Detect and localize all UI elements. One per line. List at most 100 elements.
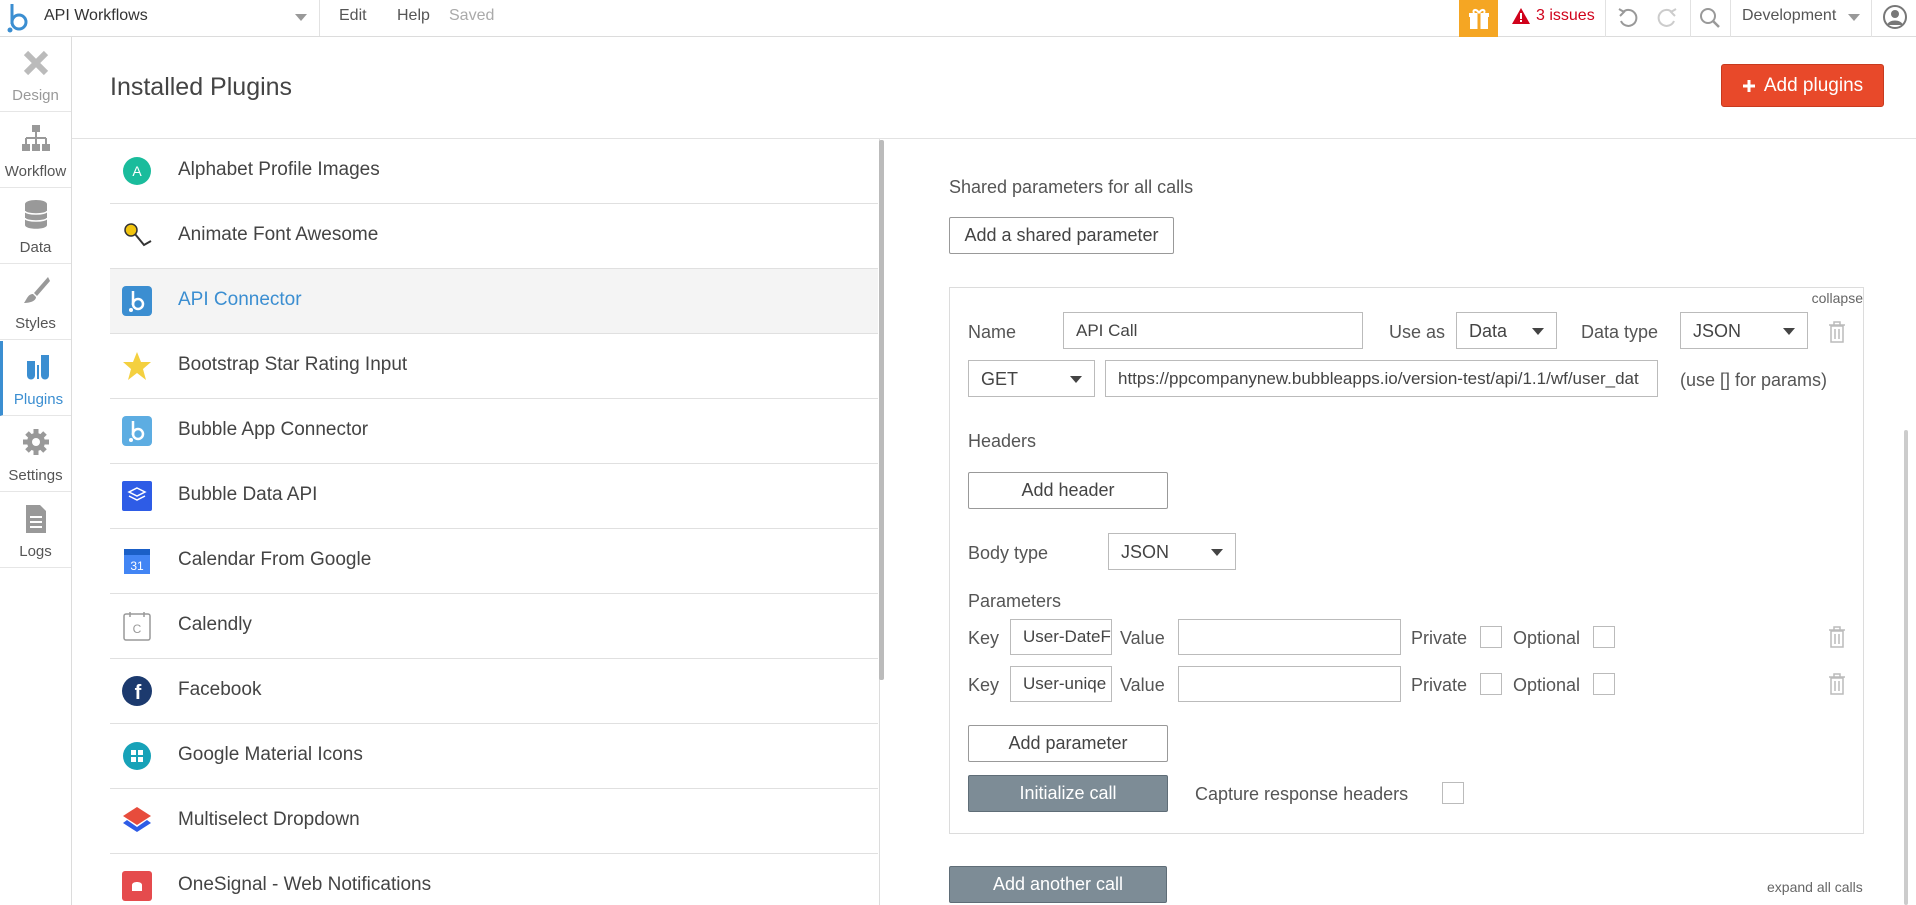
initialize-call-button[interactable]: Initialize call <box>968 775 1168 812</box>
nav-label: Settings <box>8 467 63 484</box>
optional-checkbox[interactable] <box>1593 673 1615 695</box>
multiselect-icon <box>123 807 151 832</box>
chevron-down-icon <box>1848 14 1860 21</box>
data-type-value: JSON <box>1693 321 1742 341</box>
value-label: Value <box>1120 675 1165 695</box>
headers-label: Headers <box>968 431 1037 451</box>
nav-label: Design <box>12 87 59 104</box>
add-header-button[interactable]: Add header <box>968 472 1168 509</box>
trash-icon[interactable] <box>1828 673 1846 695</box>
search-button[interactable] <box>1696 4 1724 32</box>
save-status: Saved <box>449 7 495 24</box>
plugin-name: Bootstrap Star Rating Input <box>178 354 408 375</box>
animate-icon <box>124 223 152 247</box>
nav-settings[interactable]: Settings <box>0 417 71 492</box>
nav-design[interactable]: Design <box>0 37 71 112</box>
trash-icon[interactable] <box>1828 321 1846 343</box>
undo-button[interactable] <box>1614 4 1642 32</box>
data-type-label: Data type <box>1581 322 1659 342</box>
collapse-link[interactable]: collapse <box>1812 290 1863 306</box>
bubble-logo-icon[interactable] <box>4 2 34 34</box>
workflow-icon <box>22 125 50 151</box>
param-value-input[interactable] <box>1178 666 1401 702</box>
add-plugins-label: Add plugins <box>1763 74 1864 96</box>
brush-icon <box>24 277 50 303</box>
chevron-down-icon <box>1070 376 1082 383</box>
capture-headers-checkbox[interactable] <box>1442 782 1464 804</box>
nav-label: Styles <box>15 315 56 332</box>
trash-icon[interactable] <box>1828 626 1846 648</box>
plugin-list-scrollbar[interactable] <box>879 140 884 680</box>
param-key-input[interactable]: User-uniqe <box>1010 666 1112 702</box>
redo-button[interactable] <box>1653 4 1681 32</box>
plugin-item[interactable]: 31 Calendar From Google <box>110 529 878 594</box>
private-checkbox[interactable] <box>1480 673 1502 695</box>
gear-icon <box>23 429 49 455</box>
nav-styles[interactable]: Styles <box>0 265 71 340</box>
url-hint: (use [] for params) <box>1680 370 1828 390</box>
nav-workflow[interactable]: Workflow <box>0 113 71 188</box>
key-label: Key <box>968 675 1000 695</box>
method-dropdown[interactable]: GET <box>968 360 1095 397</box>
calendly-icon: C <box>123 612 151 641</box>
gift-button[interactable] <box>1459 0 1498 37</box>
issues-indicator[interactable]: 3 issues <box>1512 7 1595 25</box>
private-checkbox[interactable] <box>1480 626 1502 648</box>
nav-logs[interactable]: Logs <box>0 493 71 568</box>
use-as-dropdown[interactable]: Data <box>1456 312 1557 349</box>
plugin-item[interactable]: Bubble Data API <box>110 464 878 529</box>
database-icon <box>24 200 48 229</box>
user-account-icon[interactable] <box>1883 5 1907 29</box>
material-icon <box>123 742 151 770</box>
plugin-item[interactable]: Animate Font Awesome <box>110 204 878 269</box>
svg-text:A: A <box>132 163 142 179</box>
svg-text:f: f <box>135 682 142 704</box>
plugin-item[interactable]: Bootstrap Star Rating Input <box>110 334 878 399</box>
svg-text:C: C <box>133 622 142 636</box>
star-icon <box>123 352 151 380</box>
parameters-label: Parameters <box>968 591 1062 611</box>
plugin-item[interactable]: Multiselect Dropdown <box>110 789 878 854</box>
data-type-dropdown[interactable]: JSON <box>1680 312 1808 349</box>
plugin-item[interactable]: OneSignal - Web Notifications <box>110 854 878 905</box>
plugin-item[interactable]: Bubble App Connector <box>110 399 878 464</box>
optional-checkbox[interactable] <box>1593 626 1615 648</box>
environment-selector[interactable]: Development <box>1742 7 1836 25</box>
help-menu[interactable]: Help <box>397 7 430 25</box>
top-bar: API Workflows Edit Help Saved 3 issues D… <box>0 0 1916 37</box>
param-key-input[interactable]: User-DateF <box>1010 619 1112 655</box>
undo-icon <box>1618 8 1638 27</box>
plugin-item[interactable]: f Facebook <box>110 659 878 724</box>
plugins-icon <box>27 355 49 380</box>
optional-label: Optional <box>1513 675 1581 695</box>
edit-menu[interactable]: Edit <box>339 7 367 25</box>
plugin-item[interactable]: A Alphabet Profile Images <box>110 139 878 204</box>
design-icon <box>23 50 49 76</box>
panel-scrollbar[interactable] <box>1904 430 1908 905</box>
nav-plugins[interactable]: Plugins <box>0 341 71 416</box>
url-input[interactable]: https://ppcompanynew.bubbleapps.io/versi… <box>1105 360 1658 397</box>
add-another-call-button[interactable]: Add another call <box>949 866 1167 903</box>
page-selector[interactable]: API Workflows <box>44 0 320 36</box>
plugin-item[interactable]: API Connector <box>110 269 878 334</box>
param-value-input[interactable] <box>1178 619 1401 655</box>
svg-text:31: 31 <box>130 559 144 573</box>
expand-all-link[interactable]: expand all calls <box>1767 879 1863 895</box>
call-name-input[interactable]: API Call <box>1063 312 1363 349</box>
key-label: Key <box>968 628 1000 648</box>
page-title: Installed Plugins <box>110 73 293 101</box>
plugin-item[interactable]: Google Material Icons <box>110 724 878 789</box>
nav-data[interactable]: Data <box>0 189 71 264</box>
body-type-dropdown[interactable]: JSON <box>1108 533 1236 570</box>
plugin-item[interactable]: C Calendly <box>110 594 878 659</box>
warning-icon <box>1512 8 1530 24</box>
issues-count: 3 issues <box>1536 7 1595 24</box>
add-shared-parameter-button[interactable]: Add a shared parameter <box>949 217 1174 254</box>
layers-icon <box>122 481 152 511</box>
add-parameter-button[interactable]: Add parameter <box>968 725 1168 762</box>
method-value: GET <box>981 369 1019 389</box>
bubble-icon <box>122 286 152 316</box>
onesignal-icon <box>122 871 152 901</box>
redo-icon <box>1657 8 1677 27</box>
add-plugins-button[interactable]: Add plugins <box>1721 64 1884 107</box>
